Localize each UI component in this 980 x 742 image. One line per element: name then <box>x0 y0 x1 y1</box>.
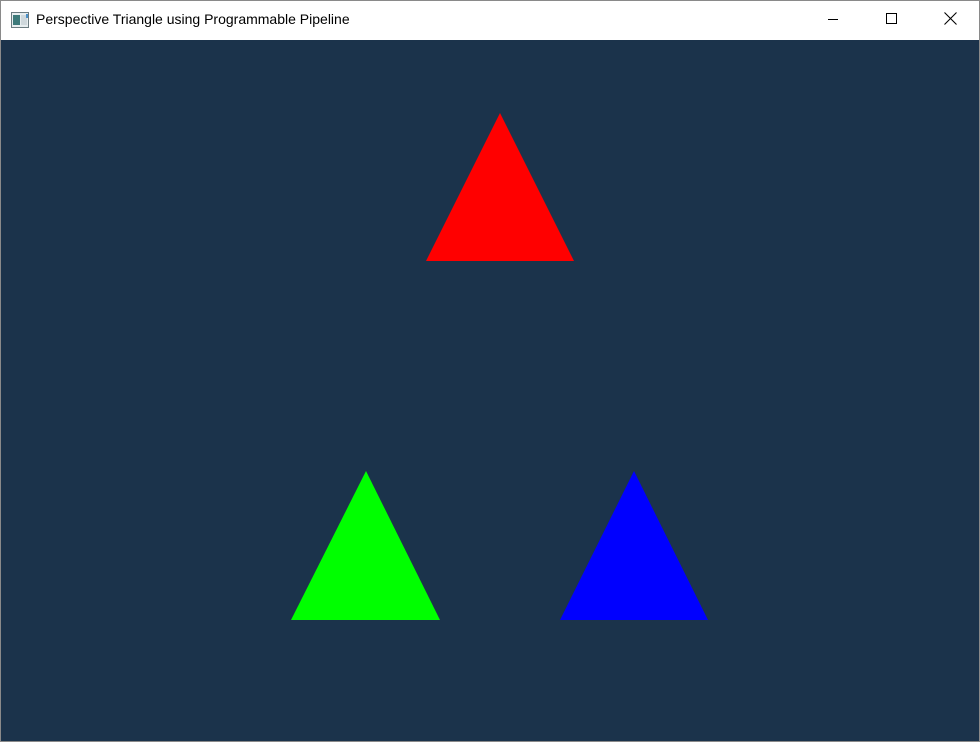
red-triangle <box>426 113 574 261</box>
title-bar[interactable]: Perspective Triangle using Programmable … <box>1 1 979 40</box>
minimize-icon <box>827 12 839 30</box>
blue-triangle <box>560 471 708 620</box>
application-window: Perspective Triangle using Programmable … <box>0 0 980 742</box>
app-window-icon <box>11 12 29 28</box>
maximize-icon <box>886 12 898 30</box>
green-triangle <box>291 471 440 620</box>
window-title: Perspective Triangle using Programmable … <box>36 11 350 27</box>
scene-canvas <box>291 113 708 620</box>
close-button[interactable] <box>921 1 979 40</box>
minimize-button[interactable] <box>804 1 862 40</box>
maximize-button[interactable] <box>863 1 921 40</box>
close-icon <box>943 11 957 30</box>
opengl-viewport[interactable] <box>1 40 979 741</box>
